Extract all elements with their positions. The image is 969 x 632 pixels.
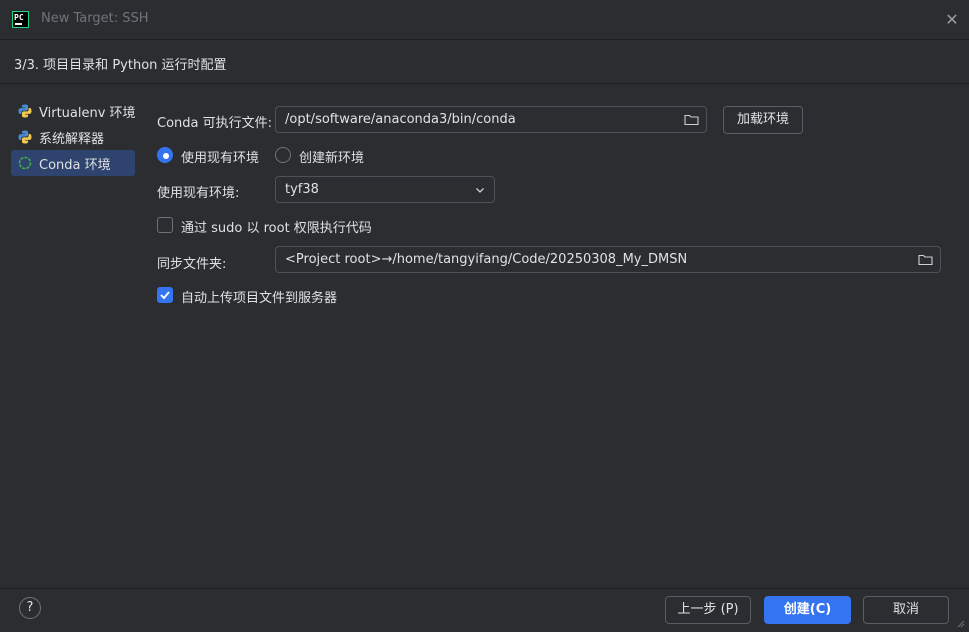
sudo-label: 通过 sudo 以 root 权限执行代码	[181, 221, 372, 236]
sidebar-item-conda[interactable]: Conda 环境	[11, 150, 135, 176]
checkmark-icon	[160, 291, 170, 300]
folder-icon[interactable]	[684, 113, 699, 126]
sync-folder-label: 同步文件夹:	[157, 257, 227, 272]
title-bar: PC New Target: SSH ✕	[0, 0, 969, 40]
conda-icon	[18, 156, 32, 170]
sidebar-item-label: 系统解释器	[39, 131, 105, 147]
window-title: New Target: SSH	[41, 11, 149, 26]
radio-use-existing-label: 使用现有环境	[181, 151, 260, 166]
auto-upload-label: 自动上传项目文件到服务器	[181, 291, 338, 306]
existing-env-label: 使用现有环境:	[157, 186, 240, 201]
close-icon[interactable]: ✕	[943, 11, 961, 29]
sidebar-item-label: Virtualenv 环境	[39, 105, 136, 121]
conda-exec-value: /opt/software/anaconda3/bin/conda	[285, 112, 516, 127]
sidebar-item-system-interpreter[interactable]: 系统解释器	[11, 124, 135, 150]
cancel-button[interactable]: 取消	[863, 596, 949, 624]
radio-create-new[interactable]	[275, 147, 291, 163]
step-title: 3/3. 项目目录和 Python 运行时配置	[14, 58, 227, 73]
sync-folder-value: <Project root>→/home/tangyifang/Code/202…	[285, 252, 688, 267]
conda-exec-input[interactable]: /opt/software/anaconda3/bin/conda	[275, 106, 707, 133]
help-button[interactable]: ?	[19, 597, 41, 619]
existing-env-select[interactable]: tyf38	[275, 176, 495, 203]
chevron-down-icon	[476, 188, 484, 193]
step-header: 3/3. 项目目录和 Python 运行时配置	[0, 41, 969, 84]
sudo-checkbox[interactable]	[157, 217, 173, 233]
python-icon	[18, 104, 32, 118]
pycharm-logo-icon: PC	[12, 11, 29, 28]
sidebar-item-virtualenv[interactable]: Virtualenv 环境	[11, 98, 136, 124]
create-button[interactable]: 创建(C)	[764, 596, 851, 624]
prev-button[interactable]: 上一步 (P)	[665, 596, 751, 624]
conda-exec-label: Conda 可执行文件:	[157, 116, 273, 131]
radio-use-existing[interactable]	[157, 147, 173, 163]
existing-env-value: tyf38	[285, 182, 319, 197]
resize-grip-icon[interactable]	[955, 618, 965, 628]
folder-icon[interactable]	[918, 253, 933, 266]
sidebar-item-label: Conda 环境	[39, 157, 111, 173]
python-icon	[18, 130, 32, 144]
load-env-button[interactable]: 加载环境	[723, 106, 803, 134]
sync-folder-input[interactable]: <Project root>→/home/tangyifang/Code/202…	[275, 246, 941, 273]
radio-create-new-label: 创建新环境	[299, 151, 365, 166]
sidebar: Virtualenv 环境 系统解释器 Conda 环境	[11, 98, 136, 176]
auto-upload-checkbox[interactable]	[157, 287, 173, 303]
